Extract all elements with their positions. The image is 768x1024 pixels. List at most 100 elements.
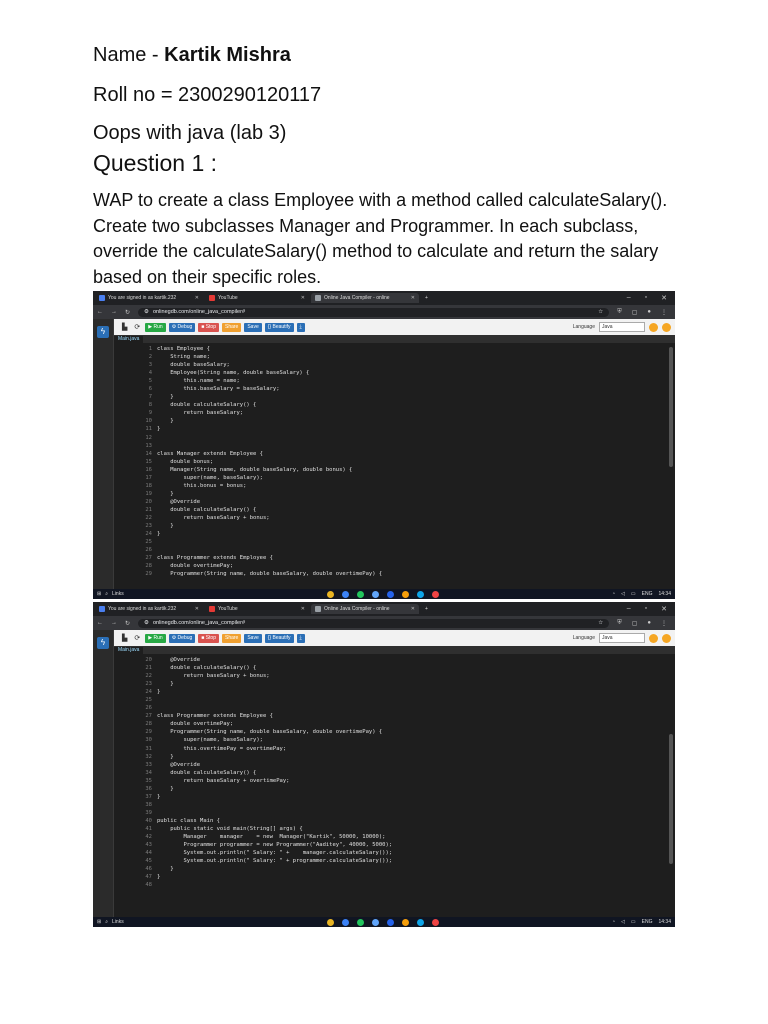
- back-icon[interactable]: ←: [97, 309, 103, 315]
- share-button[interactable]: Share: [222, 322, 242, 332]
- taskbar-apps: [327, 590, 439, 598]
- code-text: }: [157, 689, 161, 696]
- chrome-icon[interactable]: [327, 590, 334, 598]
- upload-icon[interactable]: ⟳: [132, 634, 142, 642]
- settings-app-icon[interactable]: [372, 590, 379, 598]
- maximize-icon[interactable]: ▫: [645, 294, 647, 302]
- profile-icon[interactable]: ●: [647, 309, 651, 316]
- windows-start-icon[interactable]: ⊞: [97, 591, 101, 597]
- search-icon[interactable]: ⌕: [105, 591, 108, 597]
- file-icon[interactable]: ▙: [120, 634, 129, 642]
- language-select[interactable]: Java: [599, 322, 645, 332]
- reload-icon[interactable]: ↻: [125, 620, 130, 627]
- stop-button[interactable]: ■ Stop: [198, 633, 219, 643]
- url-field[interactable]: ⚙ onlinegdb.com/online_java_compiler# ☆: [138, 307, 610, 317]
- vscode-icon[interactable]: [387, 918, 394, 926]
- files-icon[interactable]: [402, 590, 409, 598]
- star-icon[interactable]: ☆: [598, 309, 603, 315]
- share-button[interactable]: Share: [222, 633, 242, 643]
- download-button[interactable]: ⤓: [296, 322, 305, 332]
- gear-icon[interactable]: [662, 633, 671, 643]
- close-icon[interactable]: ✕: [403, 295, 415, 301]
- browser-tab-compiler[interactable]: Online Java Compiler - online ✕: [311, 604, 419, 614]
- url-field[interactable]: ⚙ onlinegdb.com/online_java_compiler# ☆: [138, 618, 610, 628]
- close-icon[interactable]: ✕: [293, 606, 305, 612]
- language-select[interactable]: Java: [599, 633, 645, 643]
- close-window-icon[interactable]: ✕: [661, 605, 667, 613]
- browser-tab-account[interactable]: You are signed in as kartik.232 ✕: [95, 293, 203, 303]
- close-icon[interactable]: ✕: [403, 606, 415, 612]
- battery-icon[interactable]: ▭: [631, 919, 636, 925]
- forward-icon[interactable]: →: [111, 620, 117, 626]
- code-editor[interactable]: 20 @Override 21 double calculateSalary() …: [114, 654, 675, 917]
- beautify-button[interactable]: {} Beautify: [264, 322, 294, 332]
- wifi-icon[interactable]: ◔: [612, 591, 615, 597]
- maximize-icon[interactable]: ▫: [645, 605, 647, 613]
- youtube-icon: [209, 606, 215, 612]
- gear-icon[interactable]: [662, 322, 671, 332]
- save-button[interactable]: Save: [244, 322, 262, 332]
- upload-icon[interactable]: ⟳: [132, 323, 142, 331]
- new-tab-icon[interactable]: +: [425, 295, 428, 301]
- menu-icon[interactable]: ⋮: [661, 309, 667, 316]
- new-tab-icon[interactable]: +: [425, 606, 428, 612]
- settings-icon[interactable]: [649, 322, 658, 332]
- chrome-icon[interactable]: [327, 918, 334, 926]
- debug-button[interactable]: ⚙ Debug: [168, 633, 196, 643]
- run-button[interactable]: ▶ Run: [145, 633, 166, 643]
- extensions-icon[interactable]: ▢: [632, 309, 638, 316]
- settings-app-icon[interactable]: [372, 918, 379, 926]
- profile-icon[interactable]: ●: [647, 620, 651, 627]
- whatsapp-icon[interactable]: [357, 590, 364, 598]
- browser-tab-account[interactable]: You are signed in as kartik.232 ✕: [95, 604, 203, 614]
- app-icon[interactable]: [432, 918, 439, 926]
- file-tab-main[interactable]: Main.java: [114, 336, 144, 343]
- windows-start-icon[interactable]: ⊞: [97, 919, 101, 925]
- code-text: class Employee {: [157, 346, 210, 352]
- shield-icon[interactable]: ⛨: [617, 309, 622, 316]
- settings-icon[interactable]: [649, 633, 658, 643]
- vscode-icon[interactable]: [387, 590, 394, 598]
- file-icon[interactable]: ▙: [120, 323, 129, 331]
- edge-icon[interactable]: [342, 918, 349, 926]
- edge-icon[interactable]: [342, 590, 349, 598]
- close-icon[interactable]: ✕: [187, 295, 199, 301]
- code-editor[interactable]: 1 class Employee {2 String name; 3 double …: [114, 343, 675, 589]
- search-icon[interactable]: ⌕: [105, 919, 108, 925]
- browser-tab-compiler[interactable]: Online Java Compiler - online ✕: [311, 293, 419, 303]
- volume-icon[interactable]: ◁: [621, 591, 625, 597]
- close-icon[interactable]: ✕: [187, 606, 199, 612]
- shield-icon[interactable]: ⛨: [617, 620, 622, 627]
- menu-icon[interactable]: ⋮: [661, 620, 667, 627]
- whatsapp-icon[interactable]: [357, 918, 364, 926]
- line-number: 36: [145, 785, 152, 792]
- download-button[interactable]: ⤓: [296, 633, 305, 643]
- beautify-button[interactable]: {} Beautify: [264, 633, 294, 643]
- star-icon[interactable]: ☆: [598, 620, 603, 626]
- code-line: 34 double calculateSalary() {: [114, 769, 675, 777]
- files-icon[interactable]: [402, 918, 409, 926]
- minimize-icon[interactable]: –: [627, 294, 631, 302]
- debug-button[interactable]: ⚙ Debug: [168, 322, 196, 332]
- editor-scrollbar[interactable]: [669, 734, 673, 864]
- app-icon[interactable]: [432, 590, 439, 598]
- stop-button[interactable]: ■ Stop: [198, 322, 219, 332]
- extensions-icon[interactable]: ▢: [632, 620, 638, 627]
- store-icon[interactable]: [417, 590, 424, 598]
- editor-scrollbar[interactable]: [669, 347, 673, 467]
- browser-tab-youtube[interactable]: YouTube ✕: [205, 604, 309, 614]
- minimize-icon[interactable]: –: [627, 605, 631, 613]
- save-button[interactable]: Save: [244, 633, 262, 643]
- run-button[interactable]: ▶ Run: [145, 322, 166, 332]
- file-tab-main[interactable]: Main.java: [114, 647, 144, 654]
- browser-tab-youtube[interactable]: YouTube ✕: [205, 293, 309, 303]
- battery-icon[interactable]: ▭: [631, 591, 636, 597]
- close-window-icon[interactable]: ✕: [661, 294, 667, 302]
- close-icon[interactable]: ✕: [293, 295, 305, 301]
- wifi-icon[interactable]: ◔: [612, 919, 615, 925]
- store-icon[interactable]: [417, 918, 424, 926]
- forward-icon[interactable]: →: [111, 309, 117, 315]
- back-icon[interactable]: ←: [97, 620, 103, 626]
- volume-icon[interactable]: ◁: [621, 919, 625, 925]
- reload-icon[interactable]: ↻: [125, 309, 130, 316]
